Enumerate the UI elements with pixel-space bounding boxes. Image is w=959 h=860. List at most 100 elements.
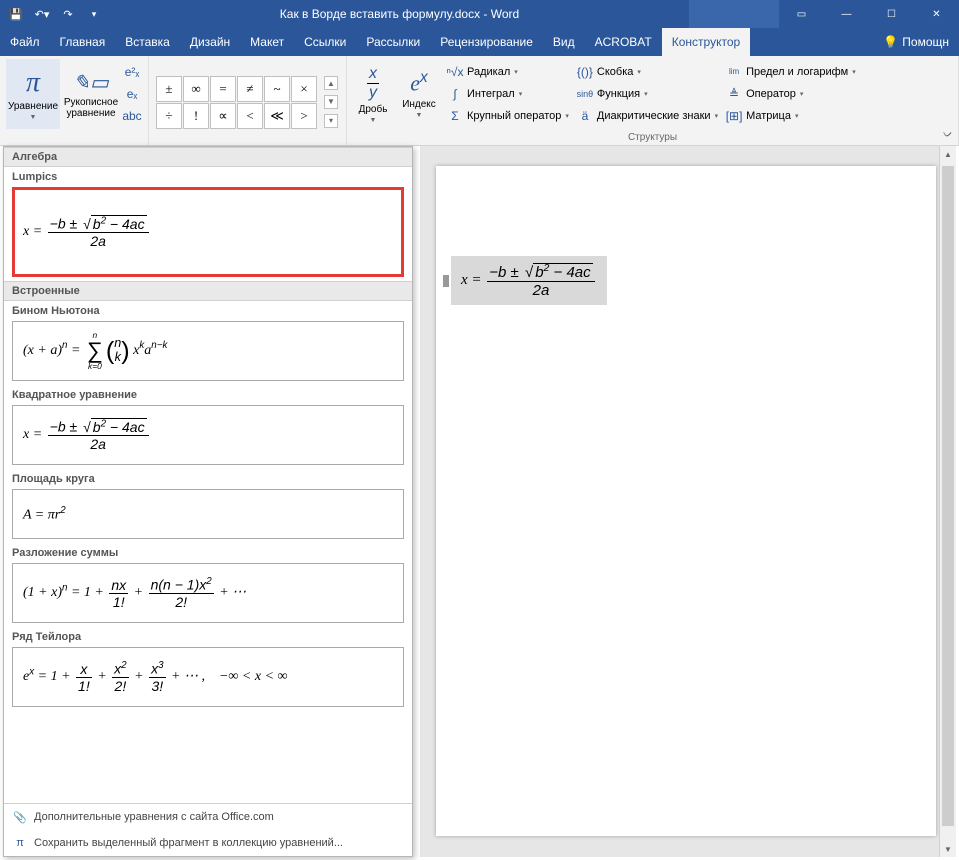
fraction-button[interactable]: xy Дробь ▼	[353, 59, 393, 129]
sym-much-lt[interactable]: ≪	[264, 103, 290, 129]
tell-me[interactable]: 💡 Помощн	[873, 28, 959, 56]
structures-group-label: Структуры	[353, 130, 952, 145]
sym-lt[interactable]: <	[237, 103, 263, 129]
undo-icon[interactable]: ↶▾	[30, 0, 54, 28]
sym-times[interactable]: ×	[291, 76, 317, 102]
integral-icon: ∫	[447, 86, 463, 102]
ribbon-group-tools: π Уравнение ▼ ✎▭ Рукописное уравнение e²…	[0, 56, 149, 145]
symbols-more-icon[interactable]: ▾	[324, 114, 338, 128]
limits-icon: lim	[726, 64, 742, 80]
radical-icon: ⁿ√x	[447, 64, 463, 80]
gallery-category-algebra: Алгебра	[4, 147, 412, 167]
tab-home[interactable]: Главная	[50, 28, 116, 56]
sym-propto[interactable]: ∝	[210, 103, 236, 129]
account-area[interactable]	[689, 0, 779, 28]
gallery-section-circle-area: Площадь круга	[4, 469, 412, 487]
quick-access-toolbar: 💾 ↶▾ ↷ ▾	[0, 0, 110, 28]
ribbon-group-symbols: ± ∞ = ≠ ~ × ÷ ! ∝ < ≪ > ▲ ▼ ▾	[149, 56, 347, 145]
symbols-scroll: ▲ ▼ ▾	[322, 74, 340, 130]
save-icon[interactable]: 💾	[4, 0, 28, 28]
window-title: Как в Ворде вставить формулу.docx - Word	[110, 7, 689, 21]
limits-button[interactable]: limПредел и логарифм ▾	[724, 61, 858, 82]
diacritical-button[interactable]: äДиакритические знаки ▾	[575, 105, 720, 126]
sym-tilde[interactable]: ~	[264, 76, 290, 102]
gallery-save-selection[interactable]: π Сохранить выделенный фрагмент в коллек…	[4, 830, 412, 856]
vertical-scrollbar[interactable]: ▲ ▼	[939, 146, 956, 857]
scroll-down-icon[interactable]: ▼	[940, 841, 956, 857]
document-page[interactable]: x = −b ± b2 − 4ac2a	[436, 166, 936, 836]
minimize-button[interactable]: —	[824, 0, 869, 28]
matrix-button[interactable]: [⊞]Матрица ▾	[724, 105, 858, 126]
bracket-button[interactable]: {()}Скобка ▾	[575, 61, 720, 82]
ribbon-display-icon[interactable]: ▭	[779, 0, 824, 28]
sym-infinity[interactable]: ∞	[183, 76, 209, 102]
sym-gt[interactable]: >	[291, 103, 317, 129]
gallery-item-taylor[interactable]: ex = 1 + x1! + x22! + x33! + ⋯ , −∞ < x …	[12, 647, 404, 707]
gallery-more-equations[interactable]: 📎 Дополнительные уравнения с сайта Offic…	[4, 804, 412, 830]
tab-design[interactable]: Дизайн	[180, 28, 240, 56]
index-button[interactable]: ex Индекс ▼	[397, 59, 441, 129]
sym-plusminus[interactable]: ±	[156, 76, 182, 102]
gallery-item-lumpics-quadratic[interactable]: x = −b ± b2 − 4ac2a	[12, 187, 404, 277]
matrix-icon: [⊞]	[726, 108, 742, 124]
collapse-ribbon-icon[interactable]: ᨆ	[943, 128, 953, 141]
tab-constructor[interactable]: Конструктор	[662, 28, 750, 56]
gallery-category-builtin: Встроенные	[4, 281, 412, 301]
document-equation[interactable]: x = −b ± b2 − 4ac2a	[451, 256, 607, 305]
gallery-section-lumpics: Lumpics	[4, 167, 412, 185]
equation-options-col: e²ₓ eₓ abc	[122, 59, 142, 126]
operator-button[interactable]: ≜Оператор ▾	[724, 83, 858, 104]
tab-acrobat[interactable]: ACROBAT	[585, 28, 662, 56]
ribbon-group-structures: xy Дробь ▼ ex Индекс ▼ ⁿ√xРадикал ▾ ∫Инт…	[347, 56, 959, 145]
gallery-item-quadratic[interactable]: x = −b ± b2 − 4ac2a	[12, 405, 404, 465]
redo-icon[interactable]: ↷	[56, 0, 80, 28]
sigma-icon: Σ	[447, 108, 463, 124]
tab-file[interactable]: Файл	[0, 28, 50, 56]
large-operator-button[interactable]: ΣКрупный оператор ▾	[445, 105, 571, 126]
tab-layout[interactable]: Макет	[240, 28, 294, 56]
ink-equation-button[interactable]: ✎▭ Рукописное уравнение	[64, 59, 118, 129]
equation-button[interactable]: π Уравнение ▼	[6, 59, 60, 129]
normal-text-btn[interactable]: abc	[122, 105, 142, 126]
office-icon: 📎	[12, 809, 28, 825]
tab-insert[interactable]: Вставка	[115, 28, 180, 56]
sym-neq[interactable]: ≠	[237, 76, 263, 102]
gallery-footer: 📎 Дополнительные уравнения с сайта Offic…	[4, 803, 412, 856]
maximize-button[interactable]: ☐	[869, 0, 914, 28]
gallery-item-binomial[interactable]: (x + a)n = n∑k=0(nk) xkan−k	[12, 321, 404, 381]
close-button[interactable]: ✕	[914, 0, 959, 28]
tab-review[interactable]: Рецензирование	[430, 28, 543, 56]
integral-button[interactable]: ∫Интеграл ▾	[445, 83, 571, 104]
professional-btn[interactable]: e²ₓ	[122, 61, 142, 82]
bracket-icon: {()}	[577, 64, 593, 80]
ribbon-tabs: Файл Главная Вставка Дизайн Макет Ссылки…	[0, 28, 959, 56]
gallery-item-circle-area[interactable]: A = πr2	[12, 489, 404, 539]
qa-customize-icon[interactable]: ▾	[82, 0, 106, 28]
structures-col-1: ⁿ√xРадикал ▾ ∫Интеграл ▾ ΣКрупный операт…	[445, 59, 571, 126]
tab-view[interactable]: Вид	[543, 28, 585, 56]
fraction-icon: xy	[365, 65, 381, 102]
scrollbar-thumb[interactable]	[942, 166, 954, 826]
structures-col-3: limПредел и логарифм ▾ ≜Оператор ▾ [⊞]Ма…	[724, 59, 858, 126]
function-button[interactable]: sinθФункция ▾	[575, 83, 720, 104]
operator-icon: ≜	[726, 86, 742, 102]
pi-small-icon: π	[12, 835, 28, 851]
gallery-section-sum-expansion: Разложение суммы	[4, 543, 412, 561]
ink-icon: ✎▭	[73, 70, 109, 95]
sym-divide[interactable]: ÷	[156, 103, 182, 129]
scroll-up-icon[interactable]: ▲	[940, 146, 956, 162]
ribbon: π Уравнение ▼ ✎▭ Рукописное уравнение e²…	[0, 56, 959, 146]
tab-references[interactable]: Ссылки	[294, 28, 356, 56]
sym-factorial[interactable]: !	[183, 103, 209, 129]
symbols-down-icon[interactable]: ▼	[324, 95, 338, 109]
sym-equals[interactable]: =	[210, 76, 236, 102]
gallery-item-sum-expansion[interactable]: (1 + x)n = 1 + nx1! + n(n − 1)x22! + ⋯	[12, 563, 404, 623]
radical-button[interactable]: ⁿ√xРадикал ▾	[445, 61, 571, 82]
symbols-up-icon[interactable]: ▲	[324, 76, 338, 90]
tab-mailings[interactable]: Рассылки	[356, 28, 430, 56]
linear-btn[interactable]: eₓ	[122, 83, 142, 104]
equation-handle[interactable]	[443, 275, 449, 287]
lightbulb-icon: 💡	[883, 35, 898, 49]
diacritical-icon: ä	[577, 108, 593, 124]
index-icon: ex	[410, 69, 427, 96]
